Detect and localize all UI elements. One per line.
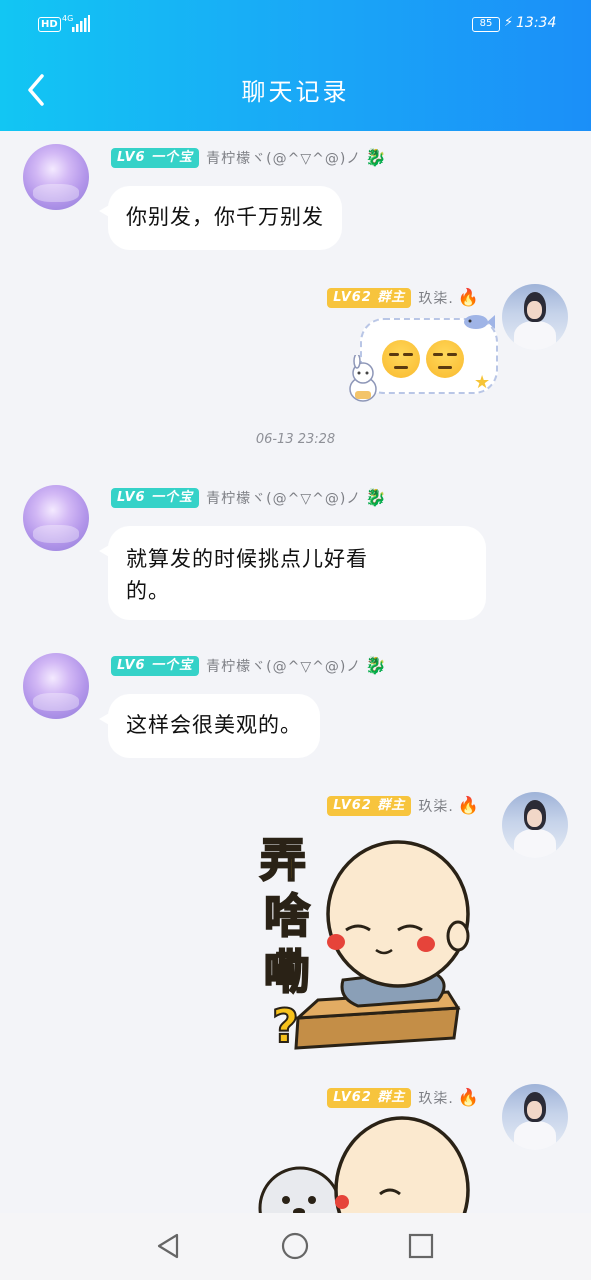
sticker-char: 嘞	[263, 944, 311, 1000]
nav-home-circle-icon[interactable]	[280, 1231, 310, 1261]
page-title: 聊天记录	[241, 78, 350, 106]
message-header: LV62 群主 玖柒. 🔥	[327, 1086, 479, 1110]
fish-decoration-icon	[464, 315, 495, 329]
sender-name[interactable]: 玖柒.	[418, 288, 453, 308]
star-decoration-icon: ★	[474, 372, 491, 393]
message-text-line: 的。	[126, 579, 170, 603]
avatar-group-owner[interactable]	[502, 1084, 568, 1150]
system-nav-bar	[0, 1213, 591, 1280]
status-bar: HD 4G 85 ⚡ 13:34	[0, 0, 591, 50]
dragon-icon: 🐉	[365, 148, 387, 168]
sender-name[interactable]: 青柠檬ヾ(@^▽^@)ノ	[206, 656, 361, 676]
app-header: HD 4G 85 ⚡ 13:34 聊天记录	[0, 0, 591, 131]
fire-icon: 🔥	[457, 1088, 479, 1108]
avatar-group-owner[interactable]	[502, 284, 568, 350]
level-badge: LV6 一个宝	[111, 488, 200, 508]
sticker-message[interactable]: 弄 啥 嘞 ?	[258, 830, 478, 1054]
rabbit-decoration-icon	[349, 355, 377, 402]
message-text-line: 就算发的时候挑点儿好看	[126, 547, 368, 571]
signal-icon	[72, 15, 90, 32]
message-bubble[interactable]: 你别发，你千万别发	[99, 186, 342, 250]
avatar-sender-lemon[interactable]	[23, 485, 89, 551]
monk-seal-sticker-image	[258, 1116, 470, 1213]
message-header: LV62 群主 玖柒. 🔥	[327, 794, 479, 818]
level-badge: LV62 群主	[327, 288, 412, 308]
message-timestamp: 06-13 23:28	[255, 432, 336, 447]
unamused-face-icon	[382, 340, 420, 378]
sender-name[interactable]: 玖柒.	[418, 796, 453, 816]
sender-name[interactable]: 玖柒.	[418, 1088, 453, 1108]
hd-indicator: HD	[38, 17, 61, 32]
message-header: LV6 一个宝 青柠檬ヾ(@^▽^@)ノ 🐉	[111, 146, 386, 170]
avatar-group-owner[interactable]	[502, 792, 568, 858]
battery-icon: 85	[472, 17, 500, 32]
sticker-char: 啥	[263, 888, 311, 944]
sender-name[interactable]: 青柠檬ヾ(@^▽^@)ノ	[206, 488, 361, 508]
dragon-icon: 🐉	[365, 656, 387, 676]
message-text: 这样会很美观的。	[126, 713, 302, 737]
sticker-char: 弄	[259, 832, 307, 888]
status-time: 13:34	[516, 15, 557, 31]
message-header: LV62 群主 玖柒. 🔥	[327, 286, 479, 310]
sticker-char: ?	[271, 998, 300, 1054]
sender-name[interactable]: 青柠檬ヾ(@^▽^@)ノ	[206, 148, 361, 168]
message-header: LV6 一个宝 青柠檬ヾ(@^▽^@)ノ 🐉	[111, 654, 386, 678]
level-badge: LV6 一个宝	[111, 148, 200, 168]
message-bubble[interactable]: 就算发的时候挑点儿好看 的。	[99, 526, 486, 620]
level-badge: LV6 一个宝	[111, 656, 200, 676]
message-header: LV6 一个宝 青柠檬ヾ(@^▽^@)ノ 🐉	[111, 486, 386, 510]
unamused-face-icon	[426, 340, 464, 378]
level-badge: LV62 群主	[327, 1088, 412, 1108]
fire-icon: 🔥	[457, 288, 479, 308]
dragon-icon: 🐉	[365, 488, 387, 508]
avatar-sender-lemon[interactable]	[23, 653, 89, 719]
charging-icon: ⚡	[504, 15, 514, 30]
sticker-message[interactable]	[256, 1116, 476, 1213]
message-text: 你别发，你千万别发	[126, 205, 324, 229]
fire-icon: 🔥	[457, 796, 479, 816]
nav-recent-square-icon[interactable]	[406, 1231, 436, 1261]
level-badge: LV62 群主	[327, 796, 412, 816]
avatar-sender-lemon[interactable]	[23, 144, 89, 210]
nav-back-triangle-icon[interactable]	[153, 1231, 183, 1261]
message-bubble[interactable]: 这样会很美观的。	[99, 694, 320, 758]
